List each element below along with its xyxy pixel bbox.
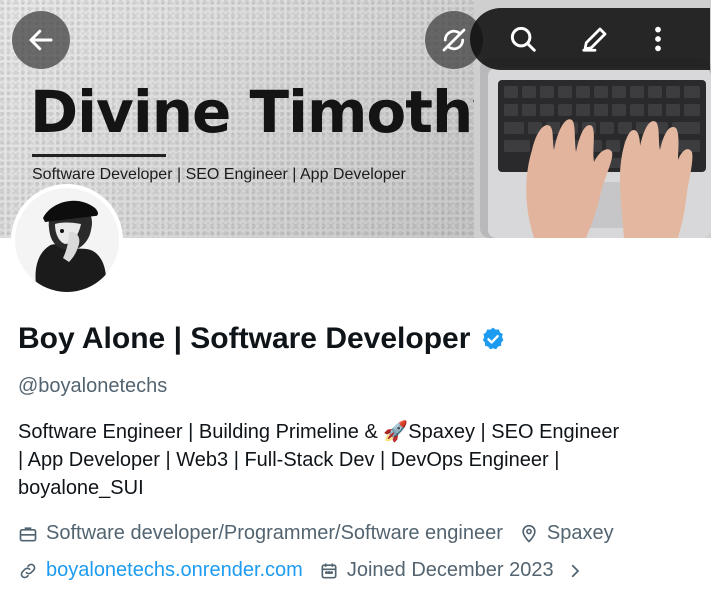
joined-date-text: Joined December 2023 (346, 559, 554, 581)
search-button[interactable] (494, 10, 552, 68)
website-link[interactable]: boyalonetechs.onrender.com (46, 559, 303, 582)
more-options-button[interactable] (638, 10, 678, 68)
calendar-icon (321, 563, 337, 578)
back-arrow-icon (29, 29, 53, 51)
briefcase-icon (19, 526, 37, 541)
display-name-text: Boy Alone | Software Developer (18, 322, 471, 355)
verified-badge-icon[interactable] (480, 326, 506, 352)
profile-meta-row-2: boyalonetechs.onrender.com Joined Decemb… (18, 559, 584, 582)
profile-display-name: Boy Alone | Software Developer (18, 322, 506, 356)
profession-text: Software developer/Programmer/Software e… (46, 522, 503, 544)
location-text: Spaxey (546, 522, 614, 544)
bio-line: boyalone_SUI (18, 477, 144, 499)
bio-line: Software Engineer | Building Primeline &… (18, 421, 620, 443)
profile-bio: Software Engineer | Building Primeline &… (18, 418, 698, 502)
search-icon (510, 26, 536, 52)
profile-handle: @boyalonetechs (18, 375, 168, 397)
bio-line: | App Developer | Web3 | Full-Stack Dev … (18, 449, 560, 471)
back-button[interactable] (12, 11, 70, 69)
more-icon (655, 26, 661, 52)
profile-meta-row-1: Software developer/Programmer/Software e… (18, 522, 614, 545)
location-pin-icon (522, 524, 536, 543)
avatar[interactable] (11, 184, 123, 296)
edit-button[interactable] (566, 10, 624, 68)
chevron-right-icon[interactable] (566, 562, 584, 580)
profile-toolbar (470, 8, 710, 70)
avatar-image (15, 188, 119, 292)
no-sync-icon (442, 28, 466, 52)
link-icon (20, 563, 36, 578)
banner-tagline: Software Developer | SEO Engineer | App … (32, 166, 406, 183)
banner-divider (32, 154, 166, 157)
banner-title: Divine Timothy (30, 78, 510, 146)
edit-icon (582, 27, 607, 52)
